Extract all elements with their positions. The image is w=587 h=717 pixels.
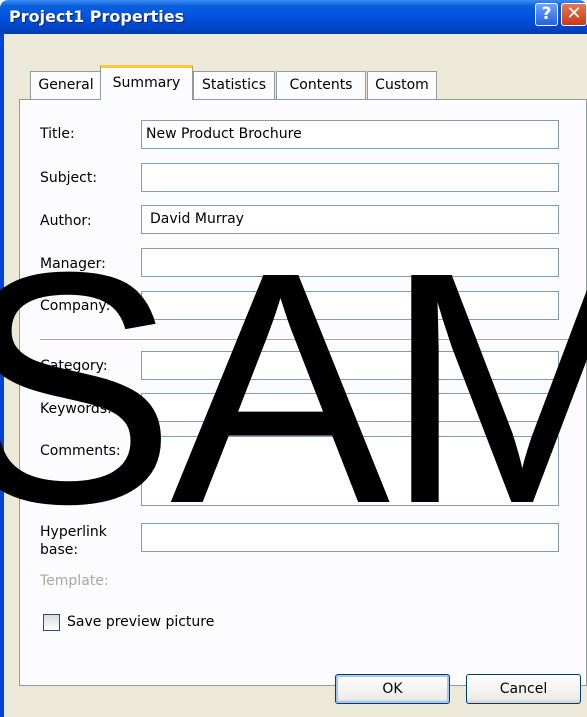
window-title: Project1 Properties bbox=[9, 7, 185, 26]
title-label: Title: bbox=[40, 126, 75, 142]
company-label: Company: bbox=[40, 298, 111, 314]
template-label: Template: bbox=[40, 573, 109, 589]
manager-field[interactable] bbox=[141, 248, 559, 277]
category-label: Category: bbox=[40, 358, 108, 374]
category-field[interactable] bbox=[141, 351, 559, 380]
author-label: Author: bbox=[40, 213, 92, 229]
tab-general[interactable]: General bbox=[30, 71, 102, 99]
title-field[interactable]: New Product Brochure bbox=[141, 120, 559, 149]
keywords-label: Keywords: bbox=[40, 401, 112, 417]
subject-field[interactable] bbox=[141, 163, 559, 192]
tab-statistics[interactable]: Statistics bbox=[193, 71, 275, 99]
help-icon[interactable]: ? bbox=[535, 3, 558, 26]
hyperlink-base-field[interactable] bbox=[141, 523, 559, 552]
tab-custom[interactable]: Custom bbox=[367, 71, 437, 99]
title-bar[interactable]: Project1 Properties ? ✕ bbox=[0, 0, 587, 34]
separator-line bbox=[40, 339, 587, 341]
comments-label: Comments: bbox=[40, 443, 121, 459]
properties-dialog: Project1 Properties ? ✕ General Summary … bbox=[0, 0, 587, 717]
keywords-field[interactable] bbox=[141, 393, 559, 422]
hyperlink-label-line1: Hyperlink bbox=[40, 524, 107, 540]
save-preview-checkbox[interactable] bbox=[43, 614, 60, 631]
subject-label: Subject: bbox=[40, 170, 98, 186]
ok-button[interactable]: OK bbox=[335, 674, 450, 704]
tab-contents[interactable]: Contents bbox=[276, 71, 366, 99]
comments-field[interactable] bbox=[141, 436, 559, 506]
tab-summary[interactable]: Summary bbox=[100, 65, 193, 100]
manager-label: Manager: bbox=[40, 256, 106, 272]
author-field[interactable]: David Murray bbox=[141, 205, 559, 234]
cancel-button[interactable]: Cancel bbox=[466, 674, 581, 704]
save-preview-label[interactable]: Save preview picture bbox=[67, 614, 214, 630]
hyperlink-label-line2: base: bbox=[40, 542, 79, 558]
company-field[interactable] bbox=[141, 291, 559, 320]
close-icon[interactable]: ✕ bbox=[561, 3, 587, 26]
